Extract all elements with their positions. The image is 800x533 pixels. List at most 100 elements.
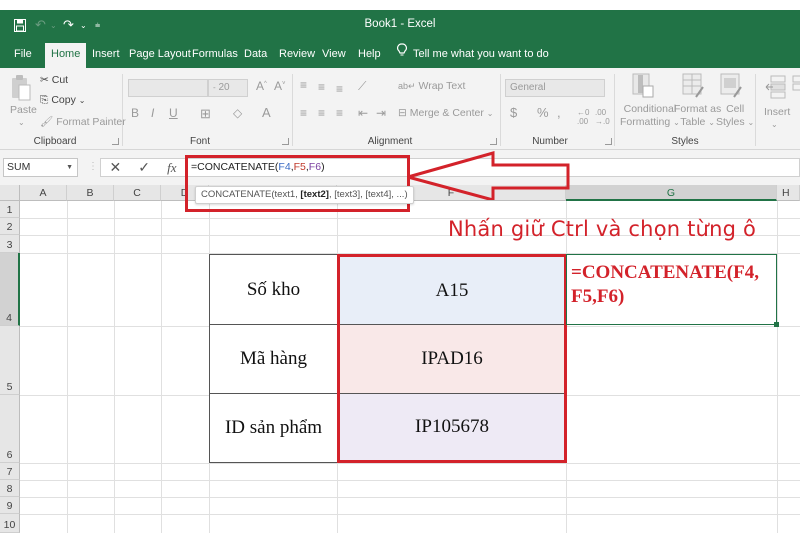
grow-font-button[interactable]: A^ [256,79,267,93]
insert-function-icon[interactable]: fx [167,160,176,176]
select-all-button[interactable] [0,185,20,201]
tell-me-search[interactable]: Tell me what you want to do [397,43,549,65]
cut-button[interactable]: ✂ Cut [40,74,68,86]
comma-button[interactable]: , [557,105,561,120]
alignment-group-label: Alignment [367,136,413,147]
align-left-icon[interactable]: ≡ [300,106,307,120]
tab-home[interactable]: Home [45,43,87,68]
cell-g4-active[interactable]: =CONCATENATE(F4, F5,F6) [566,254,777,325]
align-middle-icon[interactable]: ≡ [318,80,325,94]
orientation-icon[interactable]: ⟋ [358,79,366,94]
fill-handle[interactable] [774,322,779,327]
tab-review[interactable]: Review [273,43,321,68]
clipboard-group-label: Clipboard [33,136,77,147]
row-header-3[interactable]: 3 [0,235,20,253]
annotation-arrow-icon [407,151,570,200]
group-separator [292,74,293,146]
number-format-combo[interactable]: General [505,79,605,97]
gridline [20,463,800,464]
format-as-table-button[interactable]: Format as Table ⌄ [674,103,721,129]
group-separator [500,74,501,146]
column-header-c[interactable]: C [114,185,161,201]
cell-styles-icon [720,73,742,102]
shrink-font-button[interactable]: A˅ [274,79,286,93]
lightbulb-icon [397,43,407,65]
row-header-5[interactable]: 5 [0,326,20,395]
copy-button[interactable]: ⎘ Copy ⌄ [40,94,85,107]
group-separator [755,74,756,146]
column-header-a[interactable]: A [20,185,67,201]
gridline [67,201,68,533]
cell-e5[interactable]: Mã hàng [209,324,338,394]
clipboard-launcher-icon[interactable] [112,138,119,145]
percent-button[interactable]: % [537,105,549,120]
align-center-icon[interactable]: ≡ [318,106,325,120]
paste-label: Paste [10,104,37,116]
currency-button[interactable]: $ [510,105,517,120]
merge-center-button[interactable]: ⊟ Merge & Center ⌄ [398,107,493,119]
enter-icon[interactable]: ✓ [138,159,150,176]
gridline [161,201,162,533]
underline-button[interactable]: U [169,106,178,120]
tab-data[interactable]: Data [238,43,273,68]
paste-button[interactable] [10,74,32,105]
row-header-9[interactable]: 9 [0,497,20,514]
row-header-6[interactable]: 6 [0,395,20,463]
name-box-dropdown-icon[interactable]: ▼ [66,159,73,176]
fill-color-icon[interactable]: ◇ [233,106,242,120]
decrease-decimal-icon[interactable]: .00 →.0 [595,108,610,126]
paste-dropdown-icon[interactable]: ⌄ [18,118,25,127]
insert-dropdown-icon[interactable]: ⌄ [771,120,778,129]
align-right-icon[interactable]: ≡ [336,106,343,120]
column-header-g[interactable]: G [566,185,777,201]
row-header-10[interactable]: 10 [0,514,20,533]
insert-cells-icon [765,74,787,103]
tab-insert[interactable]: Insert [86,43,126,68]
cell-e4[interactable]: Số kho [209,254,338,325]
number-launcher-icon[interactable] [605,138,612,145]
borders-icon[interactable]: ⊞ [200,106,211,122]
row-header-2[interactable]: 2 [0,218,20,235]
align-bottom-icon[interactable]: ≡ [336,82,343,96]
delete-cells-icon [792,74,800,103]
cell-e6[interactable]: ID sản phẩm [209,393,338,463]
increase-indent-icon[interactable]: ⇥ [376,106,386,120]
tab-view[interactable]: View [316,43,352,68]
row-header-4[interactable]: 4 [0,253,20,326]
tab-file[interactable]: File [8,43,38,68]
font-name-combo[interactable] [128,79,208,97]
column-header-b[interactable]: B [67,185,114,201]
gridline [777,201,778,533]
number-group-label: Number [532,136,568,147]
group-separator [122,74,123,146]
insert-cells-button[interactable]: Insert [764,106,790,118]
brush-icon: 🖌 [40,116,54,128]
cancel-icon[interactable]: ✕ [110,159,122,176]
align-top-icon[interactable]: ≡ [300,78,307,92]
column-header-h[interactable]: H [777,185,800,201]
italic-button[interactable]: I [151,106,154,120]
row-header-8[interactable]: 8 [0,480,20,497]
scissors-icon: ✂ [40,74,49,86]
bold-button[interactable]: B [131,106,139,120]
cell-styles-button[interactable]: Cell Styles ⌄ [716,103,754,129]
decrease-indent-icon[interactable]: ⇤ [358,106,368,120]
font-color-button[interactable]: A [262,105,271,120]
name-box[interactable]: SUM ▼ [3,158,78,177]
tab-formulas[interactable]: Formulas [186,43,244,68]
format-painter-button[interactable]: 🖌 Format Painter [40,115,126,128]
row-header-7[interactable]: 7 [0,463,20,480]
tab-help[interactable]: Help [352,43,387,68]
formula-bar-grip-icon[interactable]: ⋮ [88,161,98,172]
spreadsheet-grid[interactable]: A B C D E F G H 1 2 3 4 5 6 7 8 9 10 Nhấ… [0,185,800,533]
increase-decimal-icon[interactable]: ←0.00 [577,108,589,126]
row-header-1[interactable]: 1 [0,201,20,218]
font-launcher-icon[interactable] [282,138,289,145]
wrap-text-button[interactable]: ab↵ Wrap Text [398,80,465,92]
gridline [20,480,800,481]
top-margin [0,0,800,10]
conditional-formatting-button[interactable]: Conditional Formatting ⌄ [620,103,680,129]
font-size-combo[interactable]: - 20 [208,79,248,97]
alignment-launcher-icon[interactable] [490,138,497,145]
wrap-text-icon: ab↵ [398,81,416,91]
